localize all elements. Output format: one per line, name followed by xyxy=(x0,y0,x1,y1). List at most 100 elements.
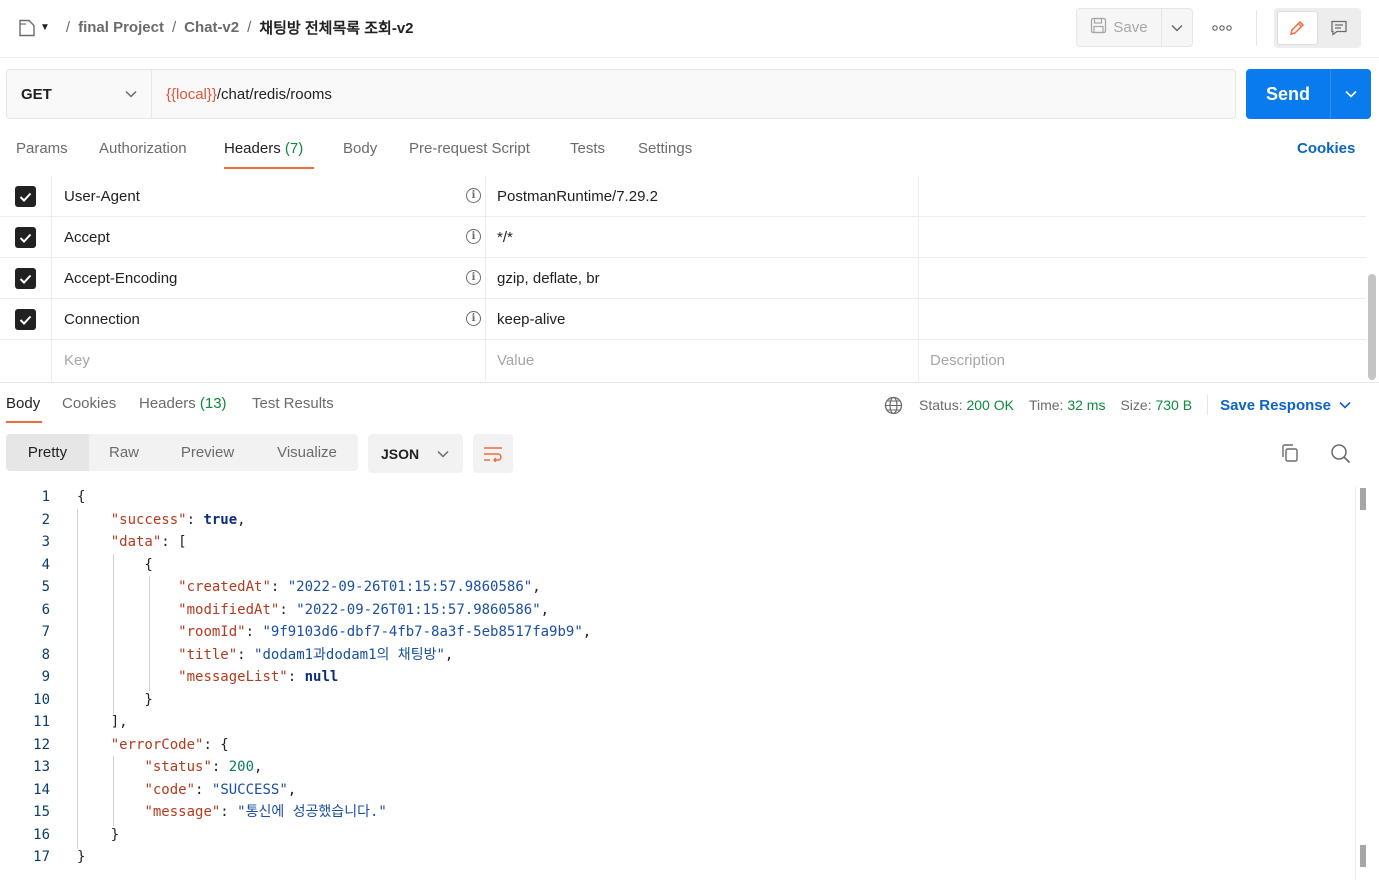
header-key[interactable]: User-Agent xyxy=(52,176,486,217)
more-icon[interactable] xyxy=(1210,18,1234,38)
response-body-editor[interactable]: 1{2 "success": true, 3 "data": [4 {5 "cre… xyxy=(0,486,1355,869)
code-line: 11 ], xyxy=(0,711,1355,734)
response-tab-headers[interactable]: Headers (13) xyxy=(139,395,227,412)
scrollbar[interactable] xyxy=(1360,488,1366,510)
description-input[interactable]: Description xyxy=(919,340,1366,381)
chevron-down-icon xyxy=(125,90,137,98)
save-response-button[interactable]: Save Response xyxy=(1220,397,1351,414)
info-icon[interactable]: i xyxy=(466,270,481,285)
code-line: 4 { xyxy=(0,554,1355,577)
code-text: "message": "통신에 성공했습니다." xyxy=(144,804,387,820)
code-line: 7 "roomId": "9f9103d6-dbf7-4fb7-8a3f-5eb… xyxy=(0,621,1355,644)
format-select[interactable]: JSON xyxy=(368,434,463,473)
url-input[interactable]: {{local}}/chat/redis/rooms xyxy=(152,70,332,118)
code-text: "code": "SUCCESS", xyxy=(144,781,297,798)
tab-settings[interactable]: Settings xyxy=(638,140,692,157)
globe-icon[interactable] xyxy=(884,396,903,415)
divider xyxy=(1256,10,1257,46)
view-raw[interactable]: Raw xyxy=(89,434,159,471)
search-icon[interactable] xyxy=(1330,443,1351,467)
chevron-down-icon xyxy=(1345,90,1357,98)
info-icon[interactable]: i xyxy=(466,229,481,244)
line-number: 4 xyxy=(41,556,50,573)
line-number: 12 xyxy=(33,736,50,753)
edit-mode-button[interactable] xyxy=(1277,11,1318,45)
mode-switcher xyxy=(1274,8,1361,48)
line-number: 7 xyxy=(41,624,50,640)
line-number: 8 xyxy=(41,646,50,663)
request-name[interactable]: 채팅방 전체목록 조회-v2 xyxy=(259,17,413,38)
header-value[interactable]: gzip, deflate, br xyxy=(486,258,919,299)
header-key[interactable]: Accept-Encoding xyxy=(52,258,486,299)
response-tab-cookies[interactable]: Cookies xyxy=(62,395,116,412)
response-tab-test-results[interactable]: Test Results xyxy=(252,395,334,412)
tab-pre-request-script[interactable]: Pre-request Script xyxy=(409,140,530,157)
view-pretty[interactable]: Pretty xyxy=(6,434,89,471)
code-text: "modifiedAt": "2022-09-26T01:15:57.98605… xyxy=(178,601,550,618)
request-url-bar: GET {{local}}/chat/redis/rooms xyxy=(6,69,1236,119)
chevron-down-icon xyxy=(1171,24,1183,32)
response-tab-body[interactable]: Body xyxy=(6,395,40,412)
code-line: 5 "createdAt": "2022-09-26T01:15:57.9860… xyxy=(0,576,1355,599)
save-button[interactable]: Save xyxy=(1077,9,1162,46)
row-checkbox[interactable] xyxy=(0,217,52,258)
info-icon[interactable]: i xyxy=(466,188,481,203)
cookies-link[interactable]: Cookies xyxy=(1297,140,1355,157)
header-description[interactable] xyxy=(919,176,1366,217)
active-tab-indicator xyxy=(224,167,314,169)
code-line: 17} xyxy=(0,846,1355,869)
value-input[interactable]: Value xyxy=(486,340,919,381)
tab-tests[interactable]: Tests xyxy=(570,140,605,157)
send-button[interactable]: Send xyxy=(1246,69,1331,119)
comment-icon xyxy=(1331,20,1347,36)
collection-file-icon[interactable] xyxy=(18,19,36,37)
url-variable: {{local}} xyxy=(166,85,217,103)
header-value[interactable]: keep-alive xyxy=(486,299,919,340)
header-description[interactable] xyxy=(919,299,1366,340)
header-key[interactable]: Accept xyxy=(52,217,486,258)
code-line: 2 "success": true, xyxy=(0,509,1355,532)
method-select[interactable]: GET xyxy=(7,70,152,118)
status-value[interactable]: 200 OK xyxy=(966,397,1013,413)
send-options-button[interactable] xyxy=(1331,69,1371,119)
code-line: 8 "title": "dodam1과dodam1의 채팅방", xyxy=(0,644,1355,667)
status-label: Status: xyxy=(919,397,963,413)
header-value[interactable]: */* xyxy=(486,217,919,258)
tab-headers[interactable]: Headers (7) xyxy=(224,140,303,157)
scrollbar[interactable] xyxy=(1368,274,1376,380)
row-checkbox[interactable] xyxy=(0,176,52,217)
code-text: } xyxy=(77,849,86,865)
header-description[interactable] xyxy=(919,258,1366,299)
response-stats: Status: 200 OK Time: 32 ms Size: 730 B S… xyxy=(884,395,1351,415)
url-path: /chat/redis/rooms xyxy=(216,85,332,103)
wrap-lines-button[interactable] xyxy=(473,434,513,473)
line-number: 13 xyxy=(33,759,50,775)
headers-table: User-Agent i PostmanRuntime/7.29.2 Accep… xyxy=(0,176,1366,381)
copy-icon[interactable] xyxy=(1280,443,1300,466)
info-icon[interactable]: i xyxy=(466,311,481,326)
key-input[interactable]: Key xyxy=(52,340,486,381)
header-value[interactable]: PostmanRuntime/7.29.2 xyxy=(486,176,919,217)
tab-body[interactable]: Body xyxy=(343,140,377,157)
tab-authorization[interactable]: Authorization xyxy=(99,140,187,157)
row-checkbox[interactable] xyxy=(0,258,52,299)
line-number: 9 xyxy=(41,669,50,685)
active-tab-indicator xyxy=(6,421,42,423)
size-value[interactable]: 730 B xyxy=(1155,397,1192,413)
time-value[interactable]: 32 ms xyxy=(1067,397,1105,413)
comments-button[interactable] xyxy=(1320,11,1359,45)
row-checkbox[interactable] xyxy=(0,299,52,340)
line-number: 15 xyxy=(33,804,50,820)
tab-params[interactable]: Params xyxy=(16,140,68,157)
edit-pencil-icon xyxy=(1290,20,1305,36)
breadcrumb-folder[interactable]: Chat-v2 xyxy=(184,19,239,36)
view-preview[interactable]: Preview xyxy=(159,434,256,471)
header-description[interactable] xyxy=(919,217,1366,258)
code-text: "title": "dodam1과dodam1의 채팅방", xyxy=(178,646,454,663)
save-options-button[interactable] xyxy=(1162,9,1192,46)
view-visualize[interactable]: Visualize xyxy=(256,434,358,471)
chevron-down-icon[interactable]: ▼ xyxy=(40,22,50,33)
header-key[interactable]: Connection xyxy=(52,299,486,340)
breadcrumb-collection[interactable]: final Project xyxy=(78,19,164,36)
scrollbar[interactable] xyxy=(1360,845,1366,867)
